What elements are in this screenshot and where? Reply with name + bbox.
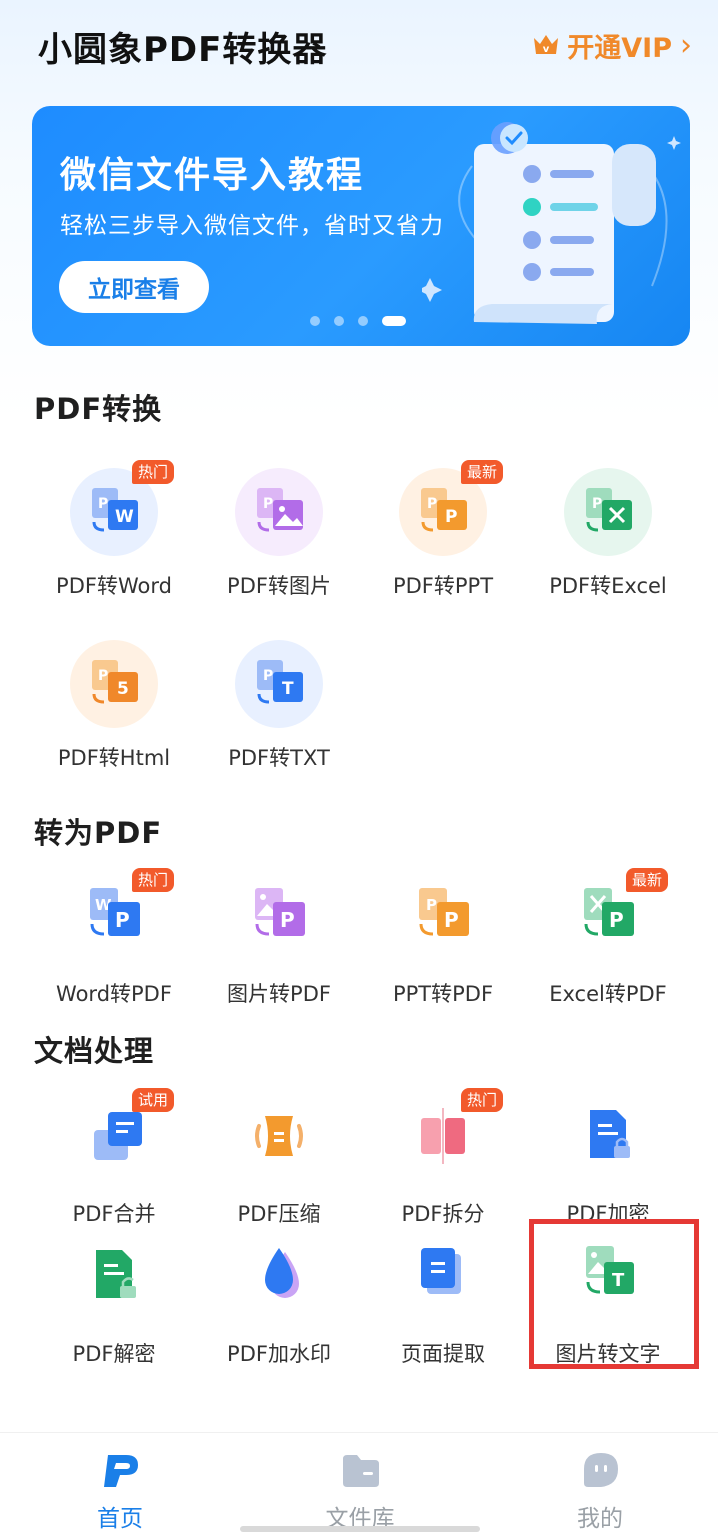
home-indicator xyxy=(240,1526,480,1532)
tab-home[interactable]: 首页 xyxy=(0,1433,240,1535)
banner-pagination xyxy=(310,316,406,326)
tool-label: PDF合并 xyxy=(72,1202,156,1226)
tool-pdf-encrypt[interactable]: PDF加密 xyxy=(526,1090,690,1228)
tool-label: PDF转TXT xyxy=(228,746,330,770)
app-header: 小圆象PDF转换器 v 开通VIP › xyxy=(0,0,718,90)
pdf-decrypt-icon xyxy=(96,1250,136,1298)
bottom-tab-bar: 首页 文件库 我的 xyxy=(0,1432,718,1535)
pagination-dot[interactable] xyxy=(358,316,368,326)
tool-word-to-pdf[interactable]: W P 热门 Word转PDF xyxy=(32,868,196,1008)
section-title-pdf-convert: PDF转换 xyxy=(34,392,163,426)
trial-badge: 试用 xyxy=(132,1088,175,1112)
tool-pdf-to-html[interactable]: P 5 PDF转Html xyxy=(32,634,196,772)
tool-pdf-to-excel[interactable]: P PDF转Excel xyxy=(526,462,690,600)
tool-label: 图片转PDF xyxy=(227,982,331,1006)
tool-label: PPT转PDF xyxy=(392,982,494,1006)
svg-text:P: P xyxy=(263,668,273,684)
tool-pdf-to-txt[interactable]: P T PDF转TXT xyxy=(197,634,361,772)
tool-ppt-to-pdf[interactable]: P P PPT转PDF xyxy=(361,870,525,1008)
tool-pdf-watermark[interactable]: PDF加水印 xyxy=(197,1230,361,1368)
ppt-to-pdf-icon: P P xyxy=(419,888,469,936)
tool-pdf-split[interactable]: 热门 PDF拆分 xyxy=(361,1088,525,1228)
pagination-dot[interactable] xyxy=(334,316,344,326)
svg-text:P: P xyxy=(426,896,437,914)
svg-text:W: W xyxy=(115,507,134,527)
tool-pdf-to-word[interactable]: P W 热门 PDF转Word xyxy=(32,460,196,600)
home-icon xyxy=(104,1455,138,1487)
image-to-pdf-icon: P xyxy=(255,888,305,936)
tool-label: PDF转Html xyxy=(57,746,171,770)
svg-text:T: T xyxy=(282,679,294,699)
tool-label: PDF转Word xyxy=(56,574,172,598)
tool-pdf-to-image[interactable]: P PDF转图片 xyxy=(197,462,361,600)
tool-label: Word转PDF xyxy=(56,982,172,1006)
tool-label: PDF转图片 xyxy=(227,574,331,598)
tool-excel-to-pdf[interactable]: P 最新 Excel转PDF xyxy=(526,868,690,1008)
pdf-to-excel-icon: P xyxy=(586,488,632,532)
pdf-compress-icon xyxy=(255,1116,303,1156)
app-title: 小圆象PDF转换器 xyxy=(38,30,328,70)
hot-badge: 热门 xyxy=(461,1088,504,1112)
tool-label: PDF拆分 xyxy=(401,1202,485,1226)
hot-badge: 热门 xyxy=(132,460,175,484)
tool-pdf-compress[interactable]: PDF压缩 xyxy=(197,1090,361,1228)
pdf-to-txt-icon: P T xyxy=(257,660,303,704)
pdf-to-image-icon: P xyxy=(257,488,303,532)
svg-text:P: P xyxy=(609,908,624,932)
vip-label: 开通VIP xyxy=(567,32,672,64)
pdf-encrypt-icon xyxy=(590,1110,630,1158)
svg-text:5: 5 xyxy=(117,679,129,699)
pagination-dot[interactable] xyxy=(310,316,320,326)
tab-label: 我的 xyxy=(577,1506,623,1532)
tool-label: 页面提取 xyxy=(401,1342,485,1366)
svg-text:v: v xyxy=(543,44,550,55)
svg-text:P: P xyxy=(98,496,108,512)
tab-profile[interactable]: 我的 xyxy=(480,1433,718,1535)
document-checklist-illustration xyxy=(422,122,681,324)
vip-button[interactable]: v 开通VIP › xyxy=(531,27,692,64)
highlight-box xyxy=(529,1219,699,1369)
hot-badge: 热门 xyxy=(132,868,175,892)
chevron-right-icon: › xyxy=(680,27,692,63)
tool-label: Excel转PDF xyxy=(549,982,667,1006)
page-extract-icon xyxy=(421,1248,461,1294)
banner-subtitle: 轻松三步导入微信文件，省时又省力 xyxy=(60,213,444,239)
tool-label: PDF转PPT xyxy=(392,574,494,598)
new-badge: 最新 xyxy=(626,868,669,892)
tool-page-extract[interactable]: 页面提取 xyxy=(361,1230,525,1368)
svg-text:P: P xyxy=(427,496,437,512)
banner-title: 微信文件导入教程 xyxy=(60,155,365,196)
svg-text:P: P xyxy=(263,496,273,512)
new-badge: 最新 xyxy=(461,460,504,484)
tool-label: PDF压缩 xyxy=(237,1202,321,1226)
svg-text:P: P xyxy=(592,496,602,512)
crown-icon: v xyxy=(534,35,559,55)
banner-view-button[interactable]: 立即查看 xyxy=(59,261,209,313)
tool-pdf-to-ppt[interactable]: P P 最新 PDF转PPT xyxy=(361,460,525,600)
tool-pdf-decrypt[interactable]: PDF解密 xyxy=(32,1230,196,1368)
tool-label: PDF转Excel xyxy=(549,574,667,598)
svg-text:P: P xyxy=(115,908,130,932)
section-title-to-pdf: 转为PDF xyxy=(34,816,163,850)
tool-label: PDF加水印 xyxy=(227,1342,331,1366)
tab-file-library[interactable]: 文件库 xyxy=(240,1433,480,1535)
tool-image-to-pdf[interactable]: P 图片转PDF xyxy=(197,870,361,1008)
tool-label: PDF解密 xyxy=(72,1342,156,1366)
promo-banner[interactable]: 微信文件导入教程 轻松三步导入微信文件，省时又省力 立即查看 xyxy=(32,106,690,346)
pdf-watermark-icon xyxy=(265,1248,299,1298)
svg-text:P: P xyxy=(98,668,108,684)
svg-text:P: P xyxy=(444,908,459,932)
tool-pdf-merge[interactable]: 试用 PDF合并 xyxy=(32,1088,196,1228)
pdf-to-html-icon: P 5 xyxy=(92,660,138,704)
tab-label: 首页 xyxy=(97,1506,143,1532)
section-title-doc-process: 文档处理 xyxy=(34,1034,155,1068)
pagination-dot-active[interactable] xyxy=(382,316,406,326)
svg-text:P: P xyxy=(445,507,457,527)
svg-text:P: P xyxy=(280,908,295,932)
folder-icon xyxy=(343,1455,379,1487)
profile-icon xyxy=(584,1453,618,1487)
